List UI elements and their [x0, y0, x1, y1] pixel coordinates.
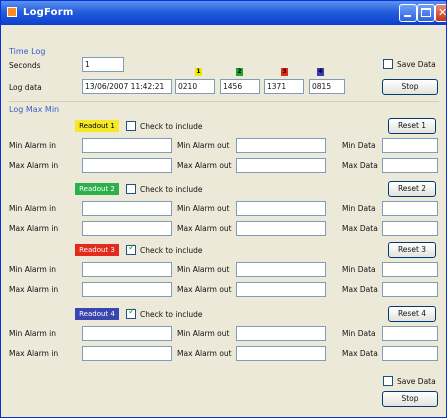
- maximize-icon: [421, 8, 431, 17]
- readout-1-min-alarm-in-input[interactable]: [82, 138, 172, 153]
- readout-4-max-alarm-in-input[interactable]: [82, 346, 172, 361]
- marker-1-icon: 1: [195, 68, 202, 76]
- readout-2-min-alarm-in-input[interactable]: [82, 201, 172, 216]
- readout-1-min-alarm-out-input[interactable]: [236, 138, 326, 153]
- readout-3-min-data-input[interactable]: [382, 262, 438, 277]
- readout-1-max-data-input[interactable]: [382, 158, 438, 173]
- readout-1-include-label: Check to include: [140, 122, 203, 131]
- readout-2-reset-button[interactable]: Reset 2: [388, 181, 436, 197]
- readout-2-min-data-input[interactable]: [382, 201, 438, 216]
- readout-4-include-checkbox[interactable]: [126, 307, 136, 319]
- readout-2-include-checkbox[interactable]: [126, 184, 136, 194]
- readout-2-max-alarm-out-input[interactable]: [236, 221, 326, 236]
- readout-4-min-alarm-out-label: Min Alarm out: [177, 329, 230, 338]
- readout-3-max-alarm-in-label: Max Alarm in: [9, 285, 59, 294]
- readout-4-min-data-input[interactable]: [382, 326, 438, 341]
- readout-1-max-alarm-in-input[interactable]: [82, 158, 172, 173]
- readout-3-min-alarm-out-label: Min Alarm out: [177, 265, 230, 274]
- window-title: LogForm: [23, 7, 74, 18]
- readout-4-min-alarm-out-input[interactable]: [236, 326, 326, 341]
- readout-2-include-label: Check to include: [140, 185, 203, 194]
- logform-window: LogForm ✕ Time Log Seconds 1 Log data 13…: [0, 0, 447, 418]
- footer-save-label: Save Data: [397, 377, 436, 386]
- readout-4-max-data-input[interactable]: [382, 346, 438, 361]
- readout-1-include-checkbox[interactable]: [126, 121, 136, 131]
- log-value-2[interactable]: 1456: [220, 79, 260, 94]
- readout-3-max-data-label: Max Data: [342, 285, 378, 294]
- timelog-stop-button[interactable]: Stop: [382, 79, 438, 95]
- readout-4-max-alarm-out-input[interactable]: [236, 346, 326, 361]
- readout-1-badge: Readout 1: [75, 120, 119, 132]
- readout-2-min-data-label: Min Data: [342, 204, 376, 213]
- readout-4-include-label: Check to include: [140, 310, 203, 319]
- readout-3-include-checkbox[interactable]: [126, 243, 136, 255]
- logdata-timestamp[interactable]: 13/06/2007 11:42:21: [82, 79, 172, 94]
- readout-1-min-data-input[interactable]: [382, 138, 438, 153]
- readout-1-min-data-label: Min Data: [342, 141, 376, 150]
- readout-3-max-alarm-out-label: Max Alarm out: [177, 285, 232, 294]
- timelog-section-title: Time Log: [9, 47, 46, 56]
- readout-3-min-alarm-in-input[interactable]: [82, 262, 172, 277]
- readout-1-reset-button[interactable]: Reset 1: [388, 118, 436, 134]
- readout-4-max-alarm-in-label: Max Alarm in: [9, 349, 59, 358]
- close-button[interactable]: ✕: [435, 4, 447, 22]
- marker-4-icon: 4: [317, 68, 324, 76]
- readout-4-max-data-label: Max Data: [342, 349, 378, 358]
- title-bar[interactable]: LogForm ✕: [1, 1, 447, 25]
- readout-2-max-data-input[interactable]: [382, 221, 438, 236]
- footer-save-checkbox[interactable]: [383, 376, 393, 386]
- close-icon: ✕: [438, 6, 447, 19]
- readout-1-max-alarm-in-label: Max Alarm in: [9, 161, 59, 170]
- readout-1-max-data-label: Max Data: [342, 161, 378, 170]
- log-value-3[interactable]: 1371: [264, 79, 304, 94]
- footer-stop-button[interactable]: Stop: [382, 391, 438, 407]
- form-client-area: Time Log Seconds 1 Log data 13/06/2007 1…: [5, 25, 442, 415]
- readout-2-min-alarm-in-label: Min Alarm in: [9, 204, 56, 213]
- readout-2-badge: Readout 2: [75, 183, 119, 195]
- logmax-section-title: Log Max Min: [9, 105, 60, 114]
- readout-3-include-label: Check to include: [140, 246, 203, 255]
- readout-4-min-alarm-in-label: Min Alarm in: [9, 329, 56, 338]
- readout-2-max-alarm-in-input[interactable]: [82, 221, 172, 236]
- app-icon: [7, 7, 17, 17]
- readout-1-max-alarm-out-input[interactable]: [236, 158, 326, 173]
- timelog-save-label: Save Data: [397, 60, 436, 69]
- readout-3-reset-button[interactable]: Reset 3: [388, 242, 436, 258]
- readout-3-max-data-input[interactable]: [382, 282, 438, 297]
- readout-3-min-alarm-in-label: Min Alarm in: [9, 265, 56, 274]
- readout-4-badge: Readout 4: [75, 308, 119, 320]
- readout-1-min-alarm-in-label: Min Alarm in: [9, 141, 56, 150]
- marker-2-icon: 2: [236, 68, 243, 76]
- readout-3-badge: Readout 3: [75, 244, 119, 256]
- readout-4-reset-button[interactable]: Reset 4: [388, 306, 436, 322]
- log-value-4[interactable]: 0815: [309, 79, 345, 94]
- readout-3-max-alarm-out-input[interactable]: [236, 282, 326, 297]
- readout-4-min-alarm-in-input[interactable]: [82, 326, 172, 341]
- readout-3-max-alarm-in-input[interactable]: [82, 282, 172, 297]
- readout-2-max-data-label: Max Data: [342, 224, 378, 233]
- readout-1-min-alarm-out-label: Min Alarm out: [177, 141, 230, 150]
- timelog-save-checkbox[interactable]: [383, 59, 393, 69]
- readout-4-max-alarm-out-label: Max Alarm out: [177, 349, 232, 358]
- readout-3-min-alarm-out-input[interactable]: [236, 262, 326, 277]
- readout-4-min-data-label: Min Data: [342, 329, 376, 338]
- minimize-icon: [404, 15, 411, 17]
- maximize-button[interactable]: [417, 4, 435, 22]
- divider: [9, 101, 439, 102]
- seconds-label: Seconds: [9, 61, 41, 70]
- marker-3-icon: 3: [281, 68, 288, 76]
- readout-2-min-alarm-out-input[interactable]: [236, 201, 326, 216]
- readout-3-min-data-label: Min Data: [342, 265, 376, 274]
- readout-2-min-alarm-out-label: Min Alarm out: [177, 204, 230, 213]
- log-value-1[interactable]: 0210: [175, 79, 215, 94]
- readout-2-max-alarm-in-label: Max Alarm in: [9, 224, 59, 233]
- minimize-button[interactable]: [399, 4, 417, 22]
- logdata-label: Log data: [9, 83, 42, 92]
- readout-2-max-alarm-out-label: Max Alarm out: [177, 224, 232, 233]
- seconds-input[interactable]: 1: [82, 57, 124, 72]
- readout-1-max-alarm-out-label: Max Alarm out: [177, 161, 232, 170]
